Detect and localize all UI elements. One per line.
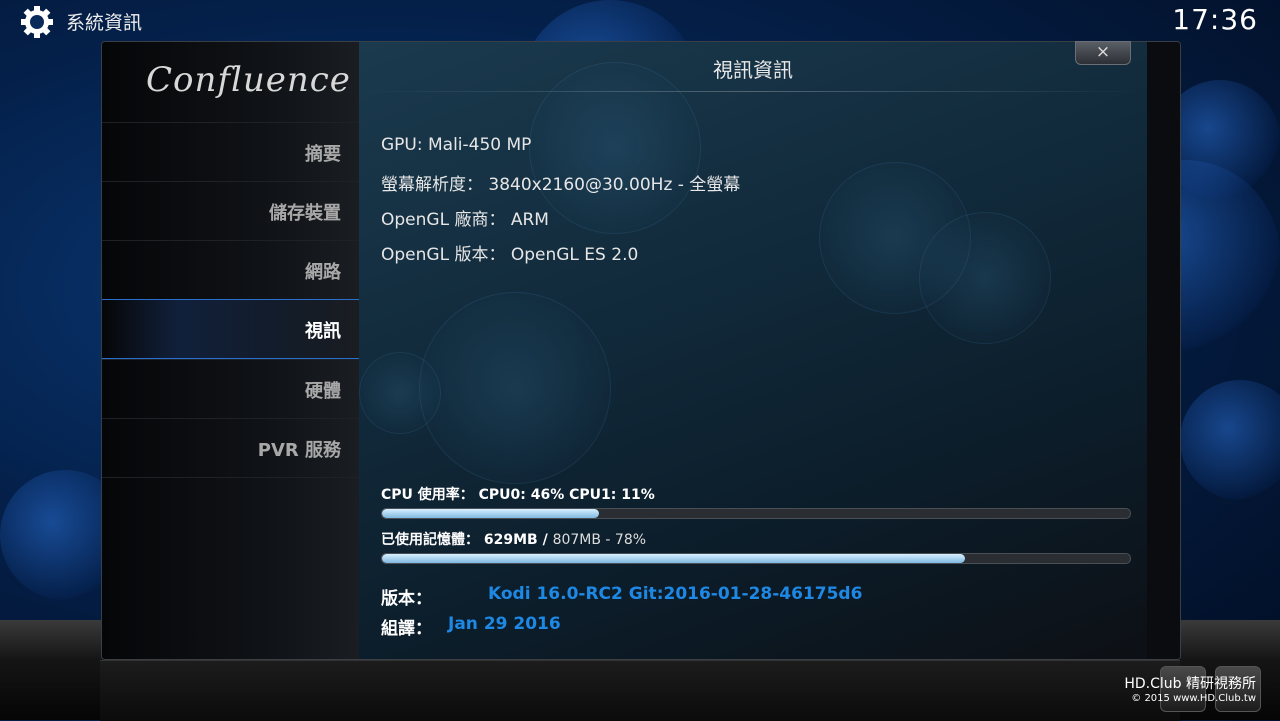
- memory-used: 已使用記憶體： 629MB /: [381, 532, 553, 548]
- title-divider: [359, 91, 1147, 92]
- gear-icon: [21, 6, 53, 38]
- sidebar-item-label: 硬體: [305, 381, 341, 402]
- build-label: 組譯：: [381, 619, 432, 639]
- dialog-title: 視訊資訊: [713, 58, 793, 82]
- info-resolution: 螢幕解析度： 3840x2160@30.00Hz - 全螢幕: [381, 175, 741, 195]
- sidebar-item-hardware[interactable]: 硬體: [102, 359, 359, 418]
- watermark-line2: © 2015 www.HD.Club.tw: [1131, 693, 1256, 704]
- info-opengl-vendor: OpenGL 廠商： ARM: [381, 210, 549, 230]
- sidebar-item-pvr[interactable]: PVR 服務: [102, 418, 359, 478]
- build-value: Jan 29 2016: [448, 614, 561, 634]
- decor-bubble: [419, 292, 611, 484]
- sidebar: Confluence 摘要 儲存裝置 網路 視訊 硬體 PVR 服務: [102, 42, 359, 659]
- right-edge: [1147, 42, 1180, 659]
- clock: 17:36: [1172, 3, 1258, 36]
- info-opengl-version: OpenGL 版本： OpenGL ES 2.0: [381, 245, 639, 265]
- page-title: 系統資訊: [66, 12, 143, 34]
- close-button[interactable]: ×: [1075, 41, 1131, 65]
- version-label: 版本：: [381, 589, 432, 609]
- background-bubble: [1180, 380, 1280, 500]
- top-bar: 系統資訊 17:36: [0, 0, 1280, 40]
- cpu-usage-fill: [382, 509, 599, 518]
- cpu-usage-label: CPU 使用率： CPU0: 46% CPU1: 11%: [381, 487, 655, 503]
- sidebar-item-label: PVR 服務: [257, 440, 341, 461]
- watermark-line1: HD.Club 精研視務所: [1124, 676, 1256, 692]
- decor-bubble: [919, 212, 1051, 344]
- memory-usage-label: 已使用記憶體： 629MB / 807MB - 78%: [381, 529, 646, 549]
- cpu-usage-bar: [381, 508, 1131, 519]
- info-gpu: GPU: Mali-450 MP: [381, 135, 532, 155]
- decor-bubble: [359, 352, 441, 434]
- watermark: HD.Club 精研視務所 © 2015 www.HD.Club.tw: [1124, 673, 1256, 704]
- sidebar-item-network[interactable]: 網路: [102, 240, 359, 299]
- sidebar-item-label: 摘要: [305, 144, 341, 165]
- memory-total: 807MB - 78%: [552, 532, 647, 548]
- sidebar-item-label: 網路: [305, 262, 341, 283]
- sidebar-menu: 摘要 儲存裝置 網路 視訊 硬體 PVR 服務: [102, 122, 359, 478]
- sidebar-item-label: 視訊: [305, 321, 341, 342]
- bottom-bar: [100, 660, 1180, 721]
- confluence-logo: Confluence: [146, 60, 351, 100]
- sidebar-item-summary[interactable]: 摘要: [102, 122, 359, 181]
- memory-usage-fill: [382, 554, 966, 563]
- memory-usage-bar: [381, 553, 1131, 564]
- sidebar-item-storage[interactable]: 儲存裝置: [102, 181, 359, 240]
- sidebar-item-label: 儲存裝置: [269, 203, 341, 224]
- content-panel: 視訊資訊 GPU: Mali-450 MP 螢幕解析度： 3840x2160@3…: [359, 42, 1147, 659]
- version-value: Kodi 16.0-RC2 Git:2016-01-28-46175d6: [488, 584, 863, 604]
- system-info-dialog: Confluence 摘要 儲存裝置 網路 視訊 硬體 PVR 服務 視訊資訊 …: [101, 41, 1181, 660]
- decor-bubble: [529, 62, 701, 234]
- sidebar-item-video[interactable]: 視訊: [102, 299, 359, 359]
